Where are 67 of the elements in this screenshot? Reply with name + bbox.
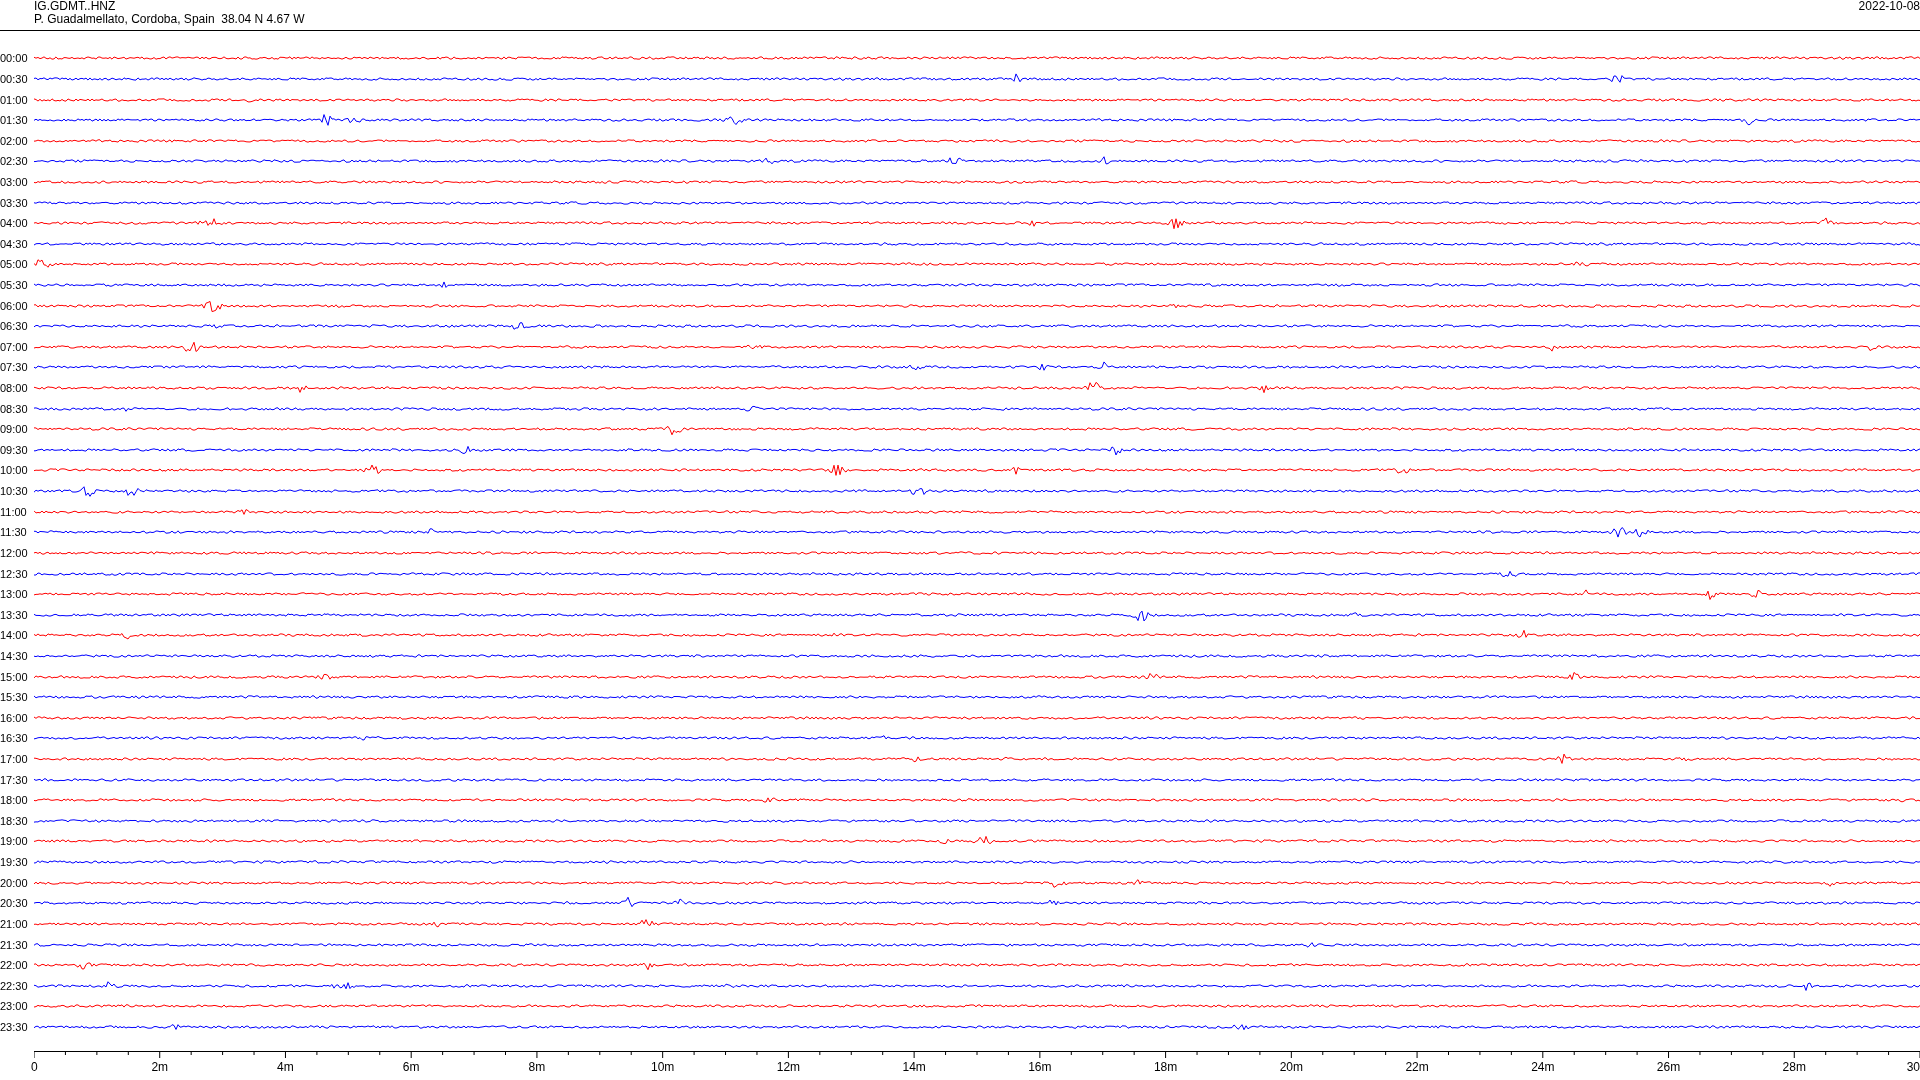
time-label: 22:00	[0, 959, 29, 972]
time-label: 15:00	[0, 670, 29, 683]
time-label: 08:00	[0, 382, 29, 395]
axis-label: 14m	[902, 1061, 926, 1075]
time-label: 10:30	[0, 485, 29, 498]
time-label: 17:00	[0, 753, 29, 765]
axis-label: 4m	[277, 1061, 294, 1075]
time-label: 16:00	[0, 711, 29, 724]
time-label: 06:00	[0, 299, 29, 312]
time-label: 21:30	[0, 938, 29, 951]
axis-label: 16m	[1028, 1061, 1052, 1075]
time-label: 05:30	[0, 279, 29, 291]
axis-label: 24m	[1531, 1061, 1555, 1075]
axis-label: 26m	[1656, 1061, 1681, 1075]
time-label: 10:00	[0, 464, 29, 477]
time-label: 04:00	[0, 217, 29, 230]
axis-label: 28m	[1782, 1061, 1806, 1075]
axis-label: 20m	[1279, 1061, 1303, 1075]
time-label: 18:00	[0, 794, 29, 807]
time-label: 01:00	[0, 93, 29, 106]
time-label: 21:00	[0, 917, 29, 930]
time-label: 14:00	[0, 629, 29, 642]
time-label: 17:30	[0, 773, 29, 786]
time-label: 12:30	[0, 567, 29, 580]
axis-label: 0	[31, 1061, 38, 1075]
time-label: 06:30	[0, 320, 29, 333]
record-date: 2022-10-08	[1858, 0, 1920, 13]
time-label: 15:30	[0, 691, 29, 704]
axis-label: 6m	[402, 1061, 420, 1075]
time-label: 19:30	[0, 856, 29, 869]
axis-label: 8m	[528, 1061, 546, 1075]
axis-label: 22m	[1405, 1061, 1429, 1075]
time-label: 00:00	[0, 52, 29, 65]
time-label: 03:30	[0, 196, 29, 209]
time-label: 03:00	[0, 175, 29, 188]
axis-label: 2m	[151, 1061, 169, 1075]
time-label: 07:30	[0, 361, 29, 374]
time-label: 07:00	[0, 340, 29, 353]
time-label: 16:30	[0, 732, 29, 745]
time-label: 20:00	[0, 876, 29, 889]
axis-label: 12m	[776, 1061, 801, 1075]
time-label: 20:30	[0, 897, 29, 910]
time-label: 22:30	[0, 979, 29, 992]
time-label: 05:00	[0, 258, 29, 271]
station-code: IG.GDMT..HNZ	[34, 0, 117, 13]
station-location: P. Guadalmellato, Cordoba, Spain 38.04 N 4.67 W	[34, 13, 305, 26]
axis-label: 18m	[1153, 1061, 1178, 1075]
time-label: 13:00	[0, 588, 29, 601]
time-label: 08:30	[0, 402, 29, 415]
time-label: 01:30	[0, 114, 29, 127]
time-label: 18:30	[0, 814, 29, 827]
time-label: 11:30	[0, 526, 28, 539]
time-label: 09:30	[0, 443, 29, 456]
axis-label: 10m	[651, 1061, 675, 1075]
time-label: 23:30	[0, 1020, 29, 1033]
time-label: 23:00	[0, 1000, 29, 1013]
time-label: 09:00	[0, 423, 29, 436]
time-label: 19:00	[0, 835, 29, 848]
time-label: 00:30	[0, 72, 29, 85]
time-label: 13:30	[0, 608, 29, 621]
time-label: 11:00	[0, 505, 28, 518]
time-label: 04:30	[0, 237, 29, 250]
axis-label: 30	[1906, 1061, 1920, 1075]
time-label: 02:30	[0, 155, 29, 168]
time-label: 14:30	[0, 649, 29, 662]
time-label: 12:00	[0, 546, 29, 559]
time-label: 02:00	[0, 134, 29, 147]
